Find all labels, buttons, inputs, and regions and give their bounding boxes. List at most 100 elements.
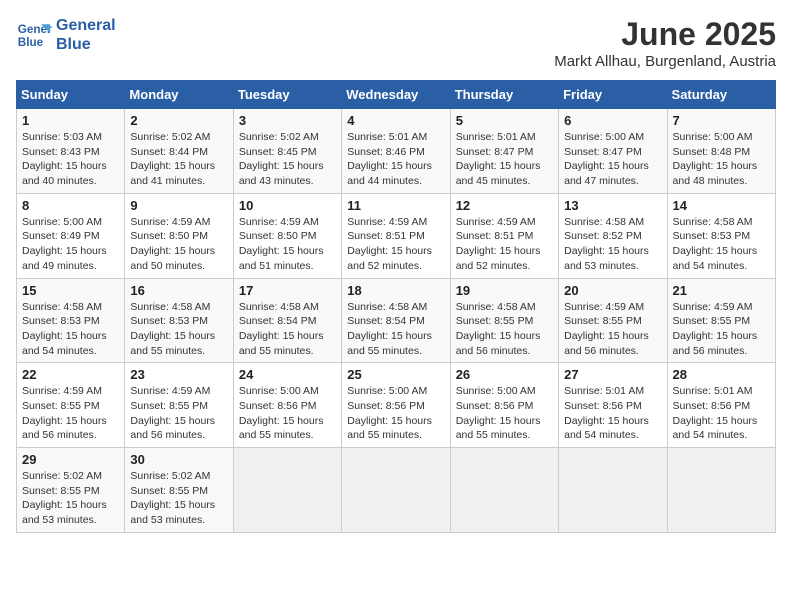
day-info: Sunrise: 4:58 AMSunset: 8:53 PMDaylight:…	[22, 300, 119, 359]
day-number: 4	[347, 113, 444, 128]
header-cell-monday: Monday	[125, 81, 233, 109]
day-cell: 12 Sunrise: 4:59 AMSunset: 8:51 PMDayligh…	[450, 193, 558, 278]
day-info: Sunrise: 5:03 AMSunset: 8:43 PMDaylight:…	[22, 130, 119, 189]
day-number: 20	[564, 283, 661, 298]
day-cell: 13 Sunrise: 4:58 AMSunset: 8:52 PMDayligh…	[559, 193, 667, 278]
location-title: Markt Allhau, Burgenland, Austria	[554, 53, 776, 70]
day-info: Sunrise: 4:58 AMSunset: 8:55 PMDaylight:…	[456, 300, 553, 359]
day-info: Sunrise: 5:02 AMSunset: 8:55 PMDaylight:…	[130, 469, 227, 528]
day-number: 16	[130, 283, 227, 298]
day-cell: 19 Sunrise: 4:58 AMSunset: 8:55 PMDayligh…	[450, 278, 558, 363]
day-cell: 17Sunrise: 4:58 AMSunset: 8:54 PMDayligh…	[233, 278, 341, 363]
day-info: Sunrise: 5:02 AMSunset: 8:45 PMDaylight:…	[239, 130, 336, 189]
month-title: June 2025	[554, 16, 776, 53]
day-cell: 10Sunrise: 4:59 AMSunset: 8:50 PMDayligh…	[233, 193, 341, 278]
day-number: 27	[564, 367, 661, 382]
day-info: Sunrise: 5:01 AMSunset: 8:56 PMDaylight:…	[564, 384, 661, 443]
day-number: 12	[456, 198, 553, 213]
day-cell: 8Sunrise: 5:00 AMSunset: 8:49 PMDaylight…	[17, 193, 125, 278]
day-cell: 28 Sunrise: 5:01 AMSunset: 8:56 PMDayligh…	[667, 363, 775, 448]
day-number: 25	[347, 367, 444, 382]
day-number: 3	[239, 113, 336, 128]
day-info: Sunrise: 5:01 AMSunset: 8:47 PMDaylight:…	[456, 130, 553, 189]
header-cell-sunday: Sunday	[17, 81, 125, 109]
day-cell	[233, 448, 341, 533]
day-number: 26	[456, 367, 553, 382]
day-cell: 21 Sunrise: 4:59 AMSunset: 8:55 PMDayligh…	[667, 278, 775, 363]
day-info: Sunrise: 4:58 AMSunset: 8:54 PMDaylight:…	[347, 300, 444, 359]
header-cell-tuesday: Tuesday	[233, 81, 341, 109]
logo: General Blue General Blue	[16, 16, 116, 54]
day-number: 2	[130, 113, 227, 128]
day-number: 23	[130, 367, 227, 382]
day-info: Sunrise: 4:58 AMSunset: 8:52 PMDaylight:…	[564, 215, 661, 274]
day-cell: 22 Sunrise: 4:59 AMSunset: 8:55 PMDayligh…	[17, 363, 125, 448]
day-number: 14	[673, 198, 770, 213]
day-cell: 18 Sunrise: 4:58 AMSunset: 8:54 PMDayligh…	[342, 278, 450, 363]
week-row-3: 22 Sunrise: 4:59 AMSunset: 8:55 PMDayligh…	[17, 363, 776, 448]
day-cell: 5 Sunrise: 5:01 AMSunset: 8:47 PMDaylight…	[450, 109, 558, 194]
day-cell: 30 Sunrise: 5:02 AMSunset: 8:55 PMDayligh…	[125, 448, 233, 533]
day-info: Sunrise: 4:59 AMSunset: 8:55 PMDaylight:…	[22, 384, 119, 443]
day-info: Sunrise: 4:59 AMSunset: 8:55 PMDaylight:…	[564, 300, 661, 359]
header-cell-wednesday: Wednesday	[342, 81, 450, 109]
day-number: 13	[564, 198, 661, 213]
day-number: 19	[456, 283, 553, 298]
title-area: June 2025 Markt Allhau, Burgenland, Aust…	[554, 16, 776, 70]
day-cell: 23 Sunrise: 4:59 AMSunset: 8:55 PMDayligh…	[125, 363, 233, 448]
day-cell: 14 Sunrise: 4:58 AMSunset: 8:53 PMDayligh…	[667, 193, 775, 278]
day-cell	[667, 448, 775, 533]
day-cell: 4 Sunrise: 5:01 AMSunset: 8:46 PMDaylight…	[342, 109, 450, 194]
day-info: Sunrise: 5:02 AMSunset: 8:55 PMDaylight:…	[22, 469, 119, 528]
day-number: 11	[347, 198, 444, 213]
day-info: Sunrise: 4:58 AMSunset: 8:53 PMDaylight:…	[673, 215, 770, 274]
day-info: Sunrise: 5:02 AMSunset: 8:44 PMDaylight:…	[130, 130, 227, 189]
day-cell	[342, 448, 450, 533]
day-info: Sunrise: 4:59 AMSunset: 8:51 PMDaylight:…	[456, 215, 553, 274]
day-cell: 29 Sunrise: 5:02 AMSunset: 8:55 PMDayligh…	[17, 448, 125, 533]
day-number: 15	[22, 283, 119, 298]
week-row-0: 1Sunrise: 5:03 AMSunset: 8:43 PMDaylight…	[17, 109, 776, 194]
day-info: Sunrise: 5:00 AMSunset: 8:56 PMDaylight:…	[456, 384, 553, 443]
day-number: 30	[130, 452, 227, 467]
day-info: Sunrise: 4:59 AMSunset: 8:51 PMDaylight:…	[347, 215, 444, 274]
day-number: 6	[564, 113, 661, 128]
day-info: Sunrise: 5:00 AMSunset: 8:56 PMDaylight:…	[347, 384, 444, 443]
day-number: 9	[130, 198, 227, 213]
day-cell: 16 Sunrise: 4:58 AMSunset: 8:53 PMDayligh…	[125, 278, 233, 363]
day-info: Sunrise: 4:58 AMSunset: 8:53 PMDaylight:…	[130, 300, 227, 359]
day-number: 18	[347, 283, 444, 298]
calendar-table: SundayMondayTuesdayWednesdayThursdayFrid…	[16, 80, 776, 533]
header: General Blue General Blue June 2025 Mark…	[16, 16, 776, 70]
day-number: 28	[673, 367, 770, 382]
day-number: 29	[22, 452, 119, 467]
day-cell: 15 Sunrise: 4:58 AMSunset: 8:53 PMDayligh…	[17, 278, 125, 363]
week-row-4: 29 Sunrise: 5:02 AMSunset: 8:55 PMDayligh…	[17, 448, 776, 533]
day-info: Sunrise: 5:01 AMSunset: 8:56 PMDaylight:…	[673, 384, 770, 443]
day-cell: 26 Sunrise: 5:00 AMSunset: 8:56 PMDayligh…	[450, 363, 558, 448]
day-info: Sunrise: 4:59 AMSunset: 8:55 PMDaylight:…	[673, 300, 770, 359]
day-cell: 2 Sunrise: 5:02 AMSunset: 8:44 PMDaylight…	[125, 109, 233, 194]
logo-icon: General Blue	[16, 17, 52, 53]
day-info: Sunrise: 4:59 AMSunset: 8:55 PMDaylight:…	[130, 384, 227, 443]
day-cell	[450, 448, 558, 533]
day-number: 5	[456, 113, 553, 128]
day-info: Sunrise: 5:00 AMSunset: 8:56 PMDaylight:…	[239, 384, 336, 443]
day-cell	[559, 448, 667, 533]
day-cell: 9Sunrise: 4:59 AMSunset: 8:50 PMDaylight…	[125, 193, 233, 278]
day-number: 21	[673, 283, 770, 298]
day-number: 10	[239, 198, 336, 213]
logo-line1: General	[56, 16, 116, 35]
day-cell: 27 Sunrise: 5:01 AMSunset: 8:56 PMDayligh…	[559, 363, 667, 448]
day-number: 8	[22, 198, 119, 213]
calendar-body: 1Sunrise: 5:03 AMSunset: 8:43 PMDaylight…	[17, 109, 776, 533]
day-cell: 11 Sunrise: 4:59 AMSunset: 8:51 PMDayligh…	[342, 193, 450, 278]
day-info: Sunrise: 4:58 AMSunset: 8:54 PMDaylight:…	[239, 300, 336, 359]
day-info: Sunrise: 5:01 AMSunset: 8:46 PMDaylight:…	[347, 130, 444, 189]
day-cell: 20 Sunrise: 4:59 AMSunset: 8:55 PMDayligh…	[559, 278, 667, 363]
day-info: Sunrise: 5:00 AMSunset: 8:48 PMDaylight:…	[673, 130, 770, 189]
day-info: Sunrise: 5:00 AMSunset: 8:47 PMDaylight:…	[564, 130, 661, 189]
day-number: 22	[22, 367, 119, 382]
week-row-1: 8Sunrise: 5:00 AMSunset: 8:49 PMDaylight…	[17, 193, 776, 278]
header-cell-saturday: Saturday	[667, 81, 775, 109]
